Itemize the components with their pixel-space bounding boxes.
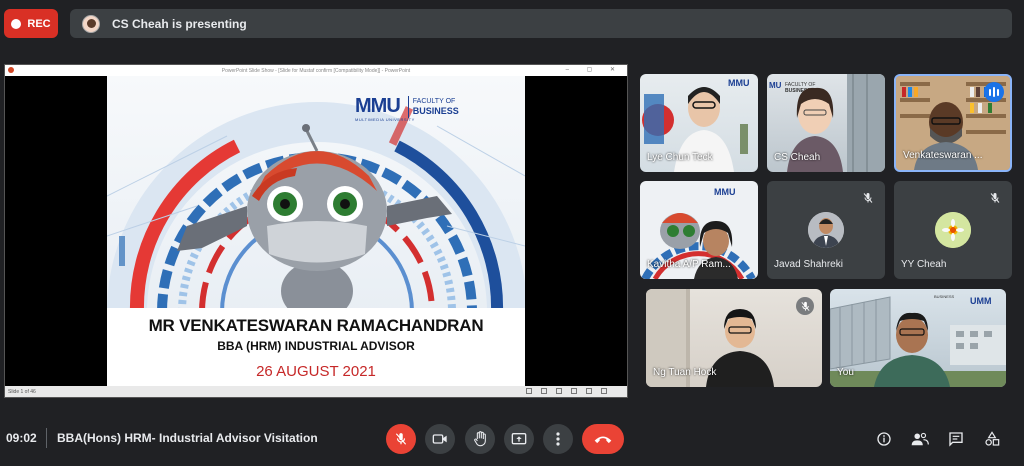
svg-text:MMU: MMU (728, 78, 750, 88)
participant-name: Venkateswaran ... (903, 150, 983, 161)
participant-tile[interactable]: YY Cheah (894, 181, 1012, 279)
presenting-banner: CS Cheah is presenting (70, 9, 1012, 38)
chat-button[interactable] (947, 430, 965, 448)
participant-name: Javad Shahreki (774, 259, 843, 270)
info-icon (877, 432, 891, 446)
more-options-button[interactable] (543, 424, 573, 454)
presenting-text: CS Cheah is presenting (112, 16, 247, 31)
svg-text:BUSINESS: BUSINESS (934, 294, 955, 299)
people-button[interactable] (911, 430, 929, 448)
powerpoint-icon (8, 67, 14, 73)
participant-avatar (935, 212, 971, 248)
slide-counter: Slide 1 of 46 (8, 388, 36, 395)
ppt-window-title: PowerPoint Slide Show - [Slide for Musta… (221, 67, 411, 74)
participant-tile-self[interactable]: UMM BUSINESS You (830, 289, 1006, 387)
participant-name: You (837, 367, 854, 378)
meeting-details-button[interactable] (875, 430, 893, 448)
present-icon (511, 432, 527, 445)
mic-off-icon (986, 189, 1004, 207)
microphone-toggle-button[interactable] (386, 424, 416, 454)
participant-video: UMM BUSINESS (830, 294, 1006, 387)
mmu-logo: MMU MULTIMEDIA UNIVERSITY FACULTY OF BUS… (355, 95, 459, 122)
slide-date: 26 AUGUST 2021 (256, 363, 376, 380)
logo-university-text: MULTIMEDIA UNIVERSITY (355, 117, 415, 122)
mic-off-icon (395, 433, 407, 445)
logo-faculty: FACULTY OF (412, 98, 456, 105)
participant-name: Lye Chun Teck (647, 152, 713, 163)
speaking-indicator-icon (984, 82, 1004, 102)
mic-off-icon (859, 189, 877, 207)
view-controls[interactable] (526, 388, 607, 394)
raise-hand-button[interactable] (465, 424, 495, 454)
record-dot-icon (11, 18, 22, 29)
recording-indicator[interactable]: REC (4, 9, 58, 38)
divider (46, 428, 47, 448)
recording-label: REC (27, 17, 51, 30)
participant-name: YY Cheah (901, 259, 947, 270)
presentation-window: PowerPoint Slide Show - [Slide for Musta… (4, 64, 628, 398)
svg-text:MMU: MMU (714, 187, 736, 197)
hand-icon (474, 431, 486, 447)
shapes-icon (985, 431, 1000, 446)
presenter-avatar (82, 14, 100, 33)
people-icon (911, 432, 929, 446)
present-screen-button[interactable] (504, 424, 534, 454)
participant-name: Kavitha A/P Ram... (647, 259, 731, 270)
window-controls[interactable]: – ▢ ✕ (566, 66, 623, 73)
video-camera-icon (432, 434, 447, 444)
meeting-title: BBA(Hons) HRM- Industrial Advisor Visita… (57, 431, 318, 445)
meeting-time: 09:02 (6, 431, 37, 445)
activities-button[interactable] (983, 430, 1001, 448)
participant-tile[interactable]: MU FACULTY OF BUSINESS CS Cheah (767, 74, 885, 172)
hang-up-icon (594, 436, 612, 444)
participant-tile-active-speaker[interactable]: Venkateswaran ... (894, 74, 1012, 172)
logo-mmu-text: MMU (355, 95, 401, 117)
mic-off-icon (796, 297, 814, 315)
camera-toggle-button[interactable] (425, 424, 455, 454)
slide-speaker-role: BBA (HRM) INDUSTRIAL ADVISOR (217, 339, 415, 353)
more-vert-icon (556, 432, 560, 446)
slide-canvas: MMU MULTIMEDIA UNIVERSITY FACULTY OF BUS… (107, 76, 525, 387)
participant-name: CS Cheah (774, 152, 821, 163)
chat-icon (949, 432, 963, 447)
ppt-title-bar: PowerPoint Slide Show - [Slide for Musta… (5, 65, 627, 76)
participant-name: Ng Tuan Hock (653, 367, 717, 378)
logo-divider (407, 95, 409, 118)
leave-call-button[interactable] (582, 424, 624, 454)
ppt-status-bar: Slide 1 of 46 (5, 386, 627, 397)
participant-tile[interactable]: Ng Tuan Hock (646, 289, 822, 387)
participant-tile[interactable]: MMU Lye Chun Teck (640, 74, 758, 172)
svg-text:MU: MU (769, 81, 782, 90)
slide-speaker-name: MR VENKATESWARAN RAMACHANDRAN (148, 316, 484, 335)
svg-text:UMM: UMM (970, 296, 992, 306)
participant-avatar (808, 212, 844, 248)
participant-tile[interactable]: MMU Kavitha A/P Ram... (640, 181, 758, 279)
participant-tile[interactable]: Javad Shahreki (767, 181, 885, 279)
logo-business: BUSINESS (412, 106, 459, 116)
